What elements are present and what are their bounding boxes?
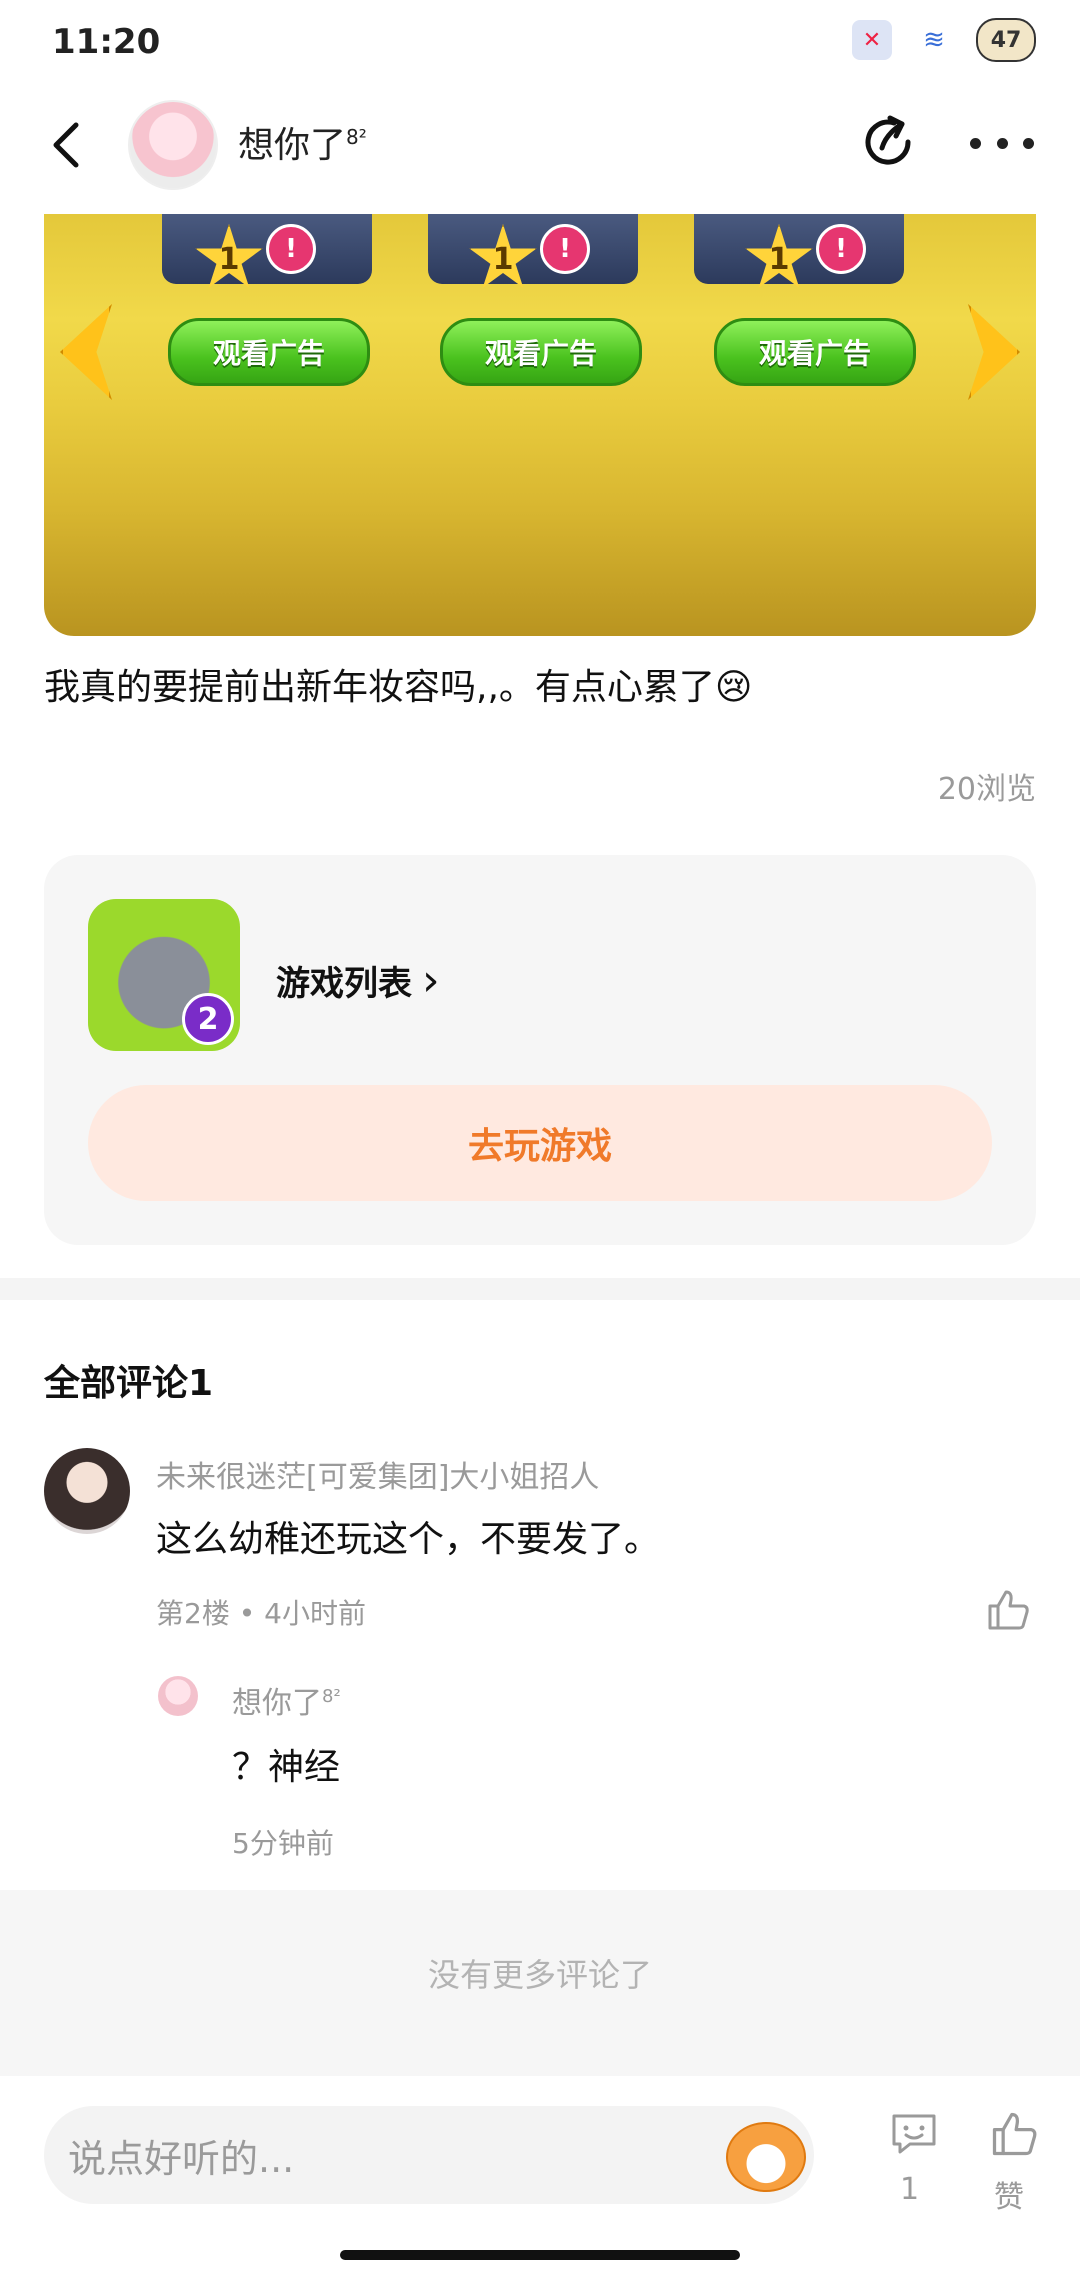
commenter-avatar[interactable] <box>44 1448 130 1534</box>
alert-badge: ! <box>816 224 866 274</box>
no-more-comments: 没有更多评论了 <box>427 1956 652 1994</box>
comment-button[interactable] <box>888 2108 940 2160</box>
comment-icon <box>892 2114 936 2154</box>
watch-ad-label: 观看广告 <box>440 318 642 386</box>
wifi-icon: ≋ <box>923 25 945 55</box>
comment-text[interactable]: 这么幼稚还玩这个，不要发了。 <box>156 1510 660 1562</box>
share-icon <box>865 115 911 165</box>
author-name-sup: 8² <box>346 125 367 149</box>
more-icon-dot <box>1023 137 1034 149</box>
share-button[interactable] <box>860 112 920 172</box>
game-app-icon[interactable]: 2 <box>88 899 240 1051</box>
play-game-button[interactable]: 去玩游戏 <box>88 1085 992 1201</box>
like-label: 赞 <box>994 2180 1024 2215</box>
reply-avatar[interactable] <box>158 1676 198 1716</box>
game-card: 2 游戏列表 › 去玩游戏 <box>44 855 1036 1245</box>
status-icons: ✕ ≋ 47 <box>852 18 1036 62</box>
reply-author-name-text: 想你了 <box>232 1686 322 1721</box>
reply-author-name[interactable]: 想你了8² <box>232 1678 341 1722</box>
game-list-link[interactable]: 游戏列表 › <box>276 955 440 1006</box>
view-count: 20浏览 <box>937 772 1036 807</box>
reply-meta: 5分钟前 <box>232 1827 334 1860</box>
game-list-label: 游戏列表 <box>276 964 412 1004</box>
sim-off-icon: ✕ <box>852 20 892 60</box>
watch-ad-label: 观看广告 <box>714 318 916 386</box>
like-button[interactable] <box>988 2108 1040 2160</box>
reply-text[interactable]: ？神经 <box>232 1738 340 1790</box>
section-divider <box>0 1278 1080 1300</box>
alert-badge: ! <box>540 224 590 274</box>
chevron-right-icon: › <box>422 955 440 1006</box>
comment-meta: 第2楼 • 4小时前 <box>156 1597 366 1630</box>
alert-badge: ! <box>266 224 316 274</box>
battery-indicator: 47 <box>976 18 1036 62</box>
more-icon <box>970 137 981 149</box>
author-avatar[interactable] <box>128 100 218 190</box>
comment-like-button[interactable] <box>984 1586 1032 1634</box>
back-button[interactable] <box>40 115 90 175</box>
image-right-arrow-icon <box>968 304 1020 400</box>
more-icon-dot <box>996 137 1008 149</box>
post-text: 我真的要提前出新年妆容吗,,。有点心累了😢 <box>44 667 753 708</box>
home-indicator[interactable] <box>340 2250 740 2260</box>
reply-author-name-sup: 8² <box>322 1686 341 1707</box>
commenter-name[interactable]: 未来很迷茫[可爱集团]大小姐招人 <box>156 1452 599 1496</box>
comment-count: 1 <box>900 2172 920 2207</box>
mascot-emoji-icon[interactable] <box>726 2122 806 2192</box>
image-left-arrow-icon <box>60 304 112 400</box>
game-icon-badge: 2 <box>182 993 234 1045</box>
watch-ad-label: 观看广告 <box>168 318 370 386</box>
back-arrow-icon <box>53 122 79 168</box>
comment-input[interactable]: 说点好听的... <box>44 2106 814 2204</box>
status-time: 11:20 <box>52 22 161 62</box>
author-name-text: 想你了 <box>238 125 347 166</box>
more-button[interactable] <box>970 118 1034 168</box>
author-name[interactable]: 想你了8² <box>238 116 367 168</box>
like-icon <box>992 2112 1037 2156</box>
post-image[interactable]: 1 ! 1 ! 1 ! 观看广告 观看广告 观看广告 <box>44 214 1036 636</box>
like-icon <box>988 1590 1029 1630</box>
comments-title: 全部评论1 <box>44 1363 214 1404</box>
